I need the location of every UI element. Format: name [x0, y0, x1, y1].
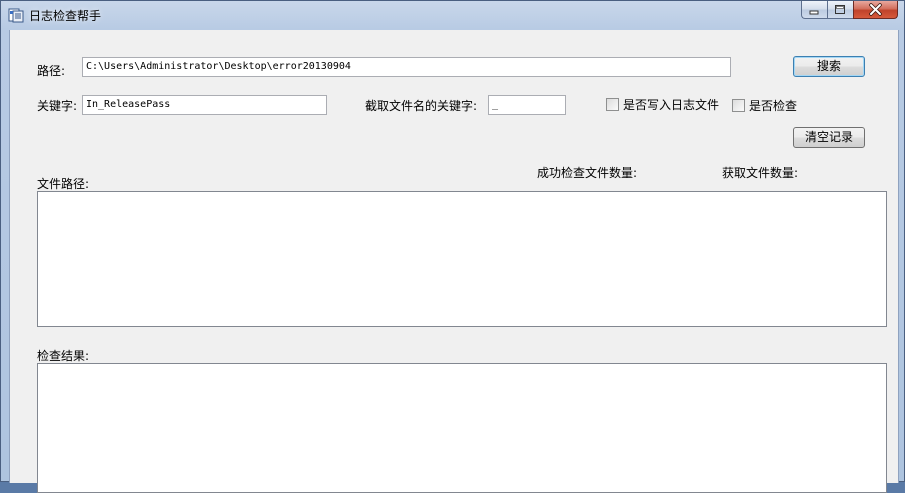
write-log-checkbox-label[interactable]: 是否写入日志文件	[623, 96, 719, 113]
file-path-textarea[interactable]	[37, 191, 887, 327]
caption-buttons	[801, 1, 898, 20]
search-button[interactable]: 搜索	[793, 56, 865, 77]
file-path-label: 文件路径:	[37, 177, 90, 191]
app-icon	[8, 8, 24, 23]
minimize-button[interactable]	[801, 1, 827, 19]
keyword-input[interactable]: In_ReleasePass	[82, 95, 327, 115]
write-log-checkbox[interactable]	[606, 98, 619, 111]
minimize-icon	[809, 10, 819, 15]
success-count-label: 成功检查文件数量:	[537, 166, 638, 180]
close-button[interactable]	[853, 1, 898, 19]
result-textarea[interactable]	[37, 363, 887, 493]
title-bar[interactable]: 日志检查帮手	[1, 1, 904, 29]
check-checkbox[interactable]	[732, 99, 745, 112]
filename-keyword-input[interactable]: _	[488, 95, 566, 115]
keyword-label: 关键字:	[37, 99, 78, 113]
close-icon	[869, 3, 882, 16]
maximize-button[interactable]	[827, 1, 853, 19]
filename-keyword-label: 截取文件名的关键字:	[365, 99, 478, 113]
maximize-icon	[835, 5, 845, 14]
clear-records-button[interactable]: 清空记录	[793, 127, 865, 148]
path-label: 路径:	[37, 64, 66, 78]
path-input[interactable]: C:\Users\Administrator\Desktop\error2013…	[82, 57, 731, 77]
file-count-label: 获取文件数量:	[722, 166, 799, 180]
check-checkbox-label[interactable]: 是否检查	[749, 97, 797, 114]
result-label: 检查结果:	[37, 349, 90, 363]
app-window: 日志检查帮手 路径: C:\Users\Administrator\Deskto…	[0, 0, 905, 493]
window-title: 日志检查帮手	[29, 9, 102, 23]
form-client-area: 路径: C:\Users\Administrator\Desktop\error…	[9, 30, 899, 493]
